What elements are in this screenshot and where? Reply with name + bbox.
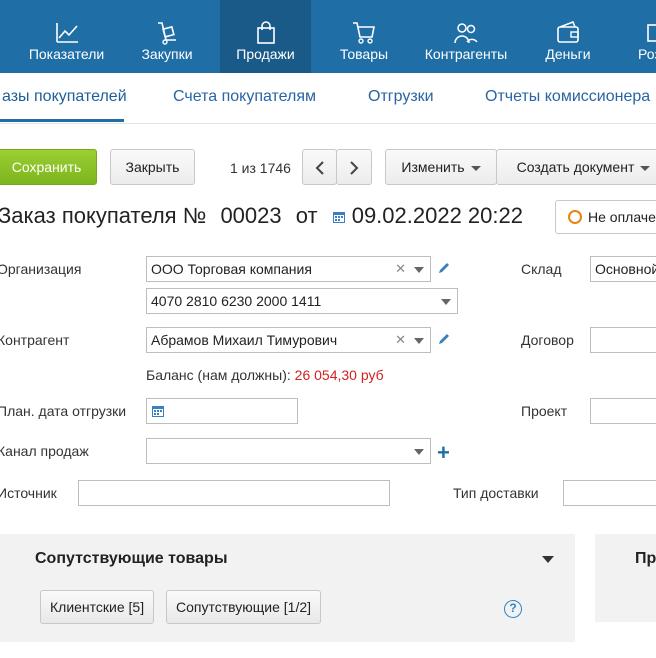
shopping-bag-icon [256, 21, 275, 44]
delivery-type-select[interactable] [563, 480, 656, 506]
right-panel: Пр [595, 534, 656, 622]
change-button-label: Изменить [401, 159, 465, 175]
clear-icon[interactable]: ✕ [395, 328, 406, 352]
wallet-icon [557, 21, 579, 43]
nav-item-money[interactable]: Деньги [530, 0, 606, 73]
nav-item-label: Деньги [545, 46, 591, 62]
tab-shipments[interactable]: Отгрузки [368, 88, 434, 106]
add-channel-icon[interactable]: + [437, 440, 450, 466]
project-label: Проект [521, 403, 568, 419]
tab-customer-orders[interactable]: азы покупателей [2, 88, 127, 106]
counterparty-value: Абрамов Михаил Тимурович [151, 332, 338, 348]
next-button[interactable] [336, 149, 372, 185]
retail-icon [647, 24, 656, 42]
nav-item-goods[interactable]: Товары [325, 0, 403, 73]
related-goods-title: Сопутствующие товары [35, 550, 228, 567]
calendar-icon[interactable] [332, 210, 346, 224]
source-label: Источник [0, 485, 57, 501]
delivery-type-label: Тип доставки [453, 485, 539, 501]
change-dropdown-button[interactable]: Изменить [385, 149, 497, 185]
nav-item-label: Показатели [28, 46, 105, 62]
nav-item-counterparties[interactable]: Контрагенты [414, 0, 518, 73]
close-button[interactable]: Закрыть [110, 149, 195, 185]
sales-channel-select[interactable] [146, 438, 431, 464]
sales-channel-label: Канал продаж [0, 443, 89, 459]
contract-select[interactable] [590, 327, 656, 353]
organization-label: Организация [0, 261, 82, 277]
chevron-down-icon[interactable] [414, 267, 424, 273]
bank-account-value: 4070 2810 6230 2000 1411 [151, 293, 322, 309]
chevron-down-icon[interactable] [542, 556, 554, 563]
cart-icon [353, 22, 375, 44]
status-circle-icon [568, 210, 582, 224]
chart-icon [55, 23, 78, 43]
prev-button[interactable] [302, 149, 337, 185]
clear-icon[interactable]: ✕ [395, 257, 406, 281]
related-goods-panel: Сопутствующие товары Клиентские [5] Сопу… [0, 534, 575, 642]
balance-label: Баланс (нам должны): [146, 367, 291, 383]
nav-item-label: Закупки [141, 46, 193, 62]
balance-value: 26 054,30 руб [294, 367, 384, 383]
pager-text: 1 из 1746 [230, 160, 291, 176]
organization-value: ООО Торговая компания [151, 261, 312, 277]
source-input[interactable] [78, 480, 390, 506]
client-goods-button[interactable]: Клиентские [5] [40, 590, 155, 624]
chevron-down-icon[interactable] [441, 299, 451, 305]
warehouse-select[interactable]: Основной склад [590, 256, 656, 282]
edit-pencil-icon[interactable] [437, 332, 451, 346]
nav-item-label: Роз [638, 46, 656, 62]
people-icon [454, 23, 478, 44]
warehouse-label: Склад [521, 261, 562, 277]
chevron-down-icon [640, 165, 651, 171]
document-number[interactable]: 00023 [220, 203, 281, 228]
chevron-down-icon[interactable] [414, 338, 424, 344]
balance-text: Баланс (нам должны): 26 054,30 руб [146, 367, 384, 383]
organization-select[interactable]: ООО Торговая компания ✕ [146, 256, 431, 282]
nav-item-sales[interactable]: Продажи [220, 0, 311, 73]
tab-customer-invoices[interactable]: Счета покупателям [173, 88, 316, 106]
active-tab-underline [0, 119, 124, 122]
title-from: от [295, 203, 318, 228]
tab-commission-reports[interactable]: Отчеты комиссионера [485, 88, 650, 106]
help-icon[interactable]: ? [504, 600, 522, 618]
edit-pencil-icon[interactable] [437, 261, 451, 275]
nav-item-label: Товары [339, 46, 389, 62]
dolly-icon [158, 22, 176, 45]
create-document-label: Создать документ [516, 159, 635, 175]
status-label: Не оплачен [588, 209, 656, 225]
nav-item-label: Продажи [236, 46, 295, 62]
nav-item-retail[interactable]: Роз [622, 0, 656, 73]
save-button[interactable]: Сохранить [0, 149, 97, 185]
document-datetime[interactable]: 09.02.2022 20:22 [352, 203, 523, 228]
counterparty-label: Контрагент [0, 332, 70, 348]
title-prefix: Заказ покупателя № [0, 203, 207, 228]
chevron-down-icon [470, 165, 481, 171]
planned-shipment-date-label: План. дата отгрузки [0, 403, 127, 419]
nav-item-purchases[interactable]: Закупки [128, 0, 206, 73]
project-select[interactable] [590, 398, 656, 424]
calendar-icon[interactable] [151, 404, 165, 418]
related-goods-button[interactable]: Сопутствующие [1/2] [166, 590, 322, 624]
page-title: Заказ покупателя № 00023 от 09.02.2022 2… [0, 203, 531, 229]
bank-account-select[interactable]: 4070 2810 6230 2000 1411 [146, 288, 458, 314]
create-document-button[interactable]: Создать документ [496, 149, 656, 185]
planned-shipment-date-input[interactable] [146, 398, 298, 424]
warehouse-value: Основной склад [595, 261, 656, 277]
counterparty-select[interactable]: Абрамов Михаил Тимурович ✕ [146, 327, 431, 353]
chevron-left-icon [315, 161, 324, 176]
chevron-down-icon[interactable] [414, 449, 424, 455]
nav-item-label: Контрагенты [424, 46, 508, 62]
chevron-right-icon [350, 161, 359, 176]
sub-tabs: азы покупателей Счета покупателям Отгруз… [0, 73, 656, 124]
nav-item-indicators[interactable]: Показатели [14, 0, 119, 73]
top-navigation: Показатели Закупки Продажи Товары Контра… [0, 0, 656, 73]
right-panel-title: Пр [635, 550, 656, 567]
contract-label: Договор [521, 332, 574, 348]
payment-status-select[interactable]: Не оплачен [555, 200, 656, 234]
